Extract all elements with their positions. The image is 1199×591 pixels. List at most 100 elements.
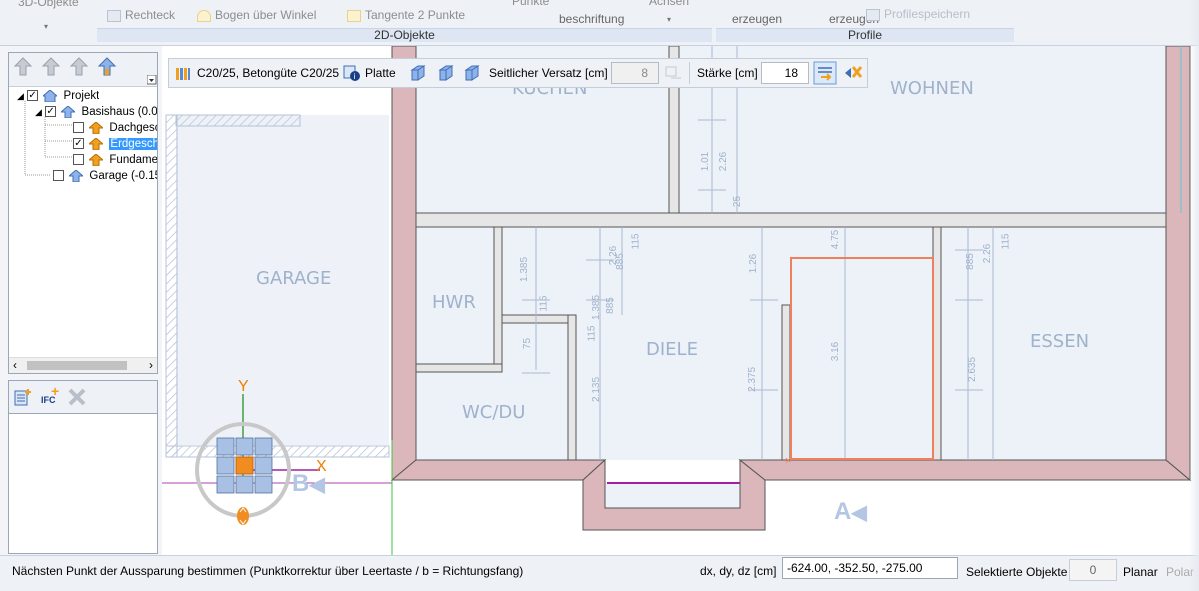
entrance-floor	[605, 482, 740, 508]
tree-label: Garage (-0.150	[89, 170, 157, 182]
house-up-icon	[89, 153, 104, 166]
tree-item-garage[interactable]: Garage (-0.150	[53, 168, 157, 184]
object-list[interactable]	[9, 413, 157, 553]
slab-middle-icon[interactable]	[437, 64, 455, 82]
checkbox-erdgeschoss[interactable]: ✓	[73, 138, 84, 150]
swap-direction-icon[interactable]	[813, 61, 837, 85]
plus-icon: +	[51, 383, 60, 399]
dim-label: 2.375	[747, 366, 759, 393]
achsen-button[interactable]: Achsen	[649, 0, 689, 8]
tangente-button[interactable]: Tangente 2 Punkte	[347, 9, 465, 22]
tree-label: Basishaus (0.0	[81, 106, 157, 118]
inner-wall-wc-side	[567, 314, 577, 461]
dim-label: 885	[964, 253, 976, 270]
tree-item-projekt[interactable]: ◢ ✓ Projekt	[17, 88, 99, 104]
3d-objekte-button[interactable]: 3D-Objekte	[18, 0, 79, 9]
move-up-alt-icon[interactable]	[69, 57, 89, 77]
dropdown-icon[interactable]	[147, 75, 157, 85]
offset-label: Seitlicher Versatz [cm]	[489, 66, 608, 80]
garage-wall-left	[165, 114, 178, 458]
tree-item-erdgeschoss[interactable]: ✓ Erdgescho	[73, 136, 157, 152]
mode-planar[interactable]: Planar	[1123, 565, 1158, 579]
context-toolbar: C20/25, Betongüte C20/25 i Platte Seitli…	[168, 58, 868, 88]
tree-horizontal-scrollbar[interactable]: ‹ ›	[9, 357, 157, 373]
dim-label: 1.385	[591, 294, 603, 321]
rectangle-icon	[107, 9, 121, 22]
ribbon-group-2d: Rechteck Bogen über Winkel Tangente 2 Pu…	[97, 0, 712, 44]
room-label-garage: GARAGE	[256, 268, 332, 289]
scroll-left-icon[interactable]: ‹	[13, 358, 17, 372]
outer-wall-right	[1165, 46, 1191, 482]
dim-label: 115	[538, 295, 550, 312]
move-all-icon[interactable]	[13, 57, 33, 77]
tree-item-fundament[interactable]: Fundamen	[73, 152, 157, 168]
material-icon	[176, 68, 190, 80]
delete-icon[interactable]	[67, 387, 87, 407]
tree-label: Dachgesc	[109, 122, 157, 134]
dim-label: 2.135	[591, 376, 603, 403]
add-list-icon[interactable]	[13, 387, 33, 407]
thickness-input[interactable]: 18	[761, 62, 809, 84]
add-ifc-button[interactable]: IFC +	[39, 383, 63, 407]
tree-item-dachgeschoss[interactable]: Dachgesc	[73, 120, 157, 136]
checkbox-projekt[interactable]: ✓	[27, 90, 39, 102]
chevron-down-icon: ▾	[667, 15, 672, 24]
house-icon	[43, 89, 58, 102]
ribbon-group-profile-label: Profile	[716, 28, 1014, 42]
dim-label: 75	[522, 337, 534, 350]
inner-wall-stub	[781, 304, 791, 461]
checkbox-fundament[interactable]	[73, 154, 84, 166]
checkbox-basishaus[interactable]: ✓	[45, 106, 57, 118]
dim-label: 1.385	[519, 256, 531, 283]
arc-icon	[197, 9, 211, 22]
project-tree-panel: ◢ ✓ Projekt ◢ ✓ Basishaus (0.0 Dachgesc …	[8, 52, 158, 374]
house-up-icon	[69, 169, 84, 182]
garage-wall-top	[175, 114, 301, 127]
info-icon[interactable]: i	[343, 64, 361, 82]
slab-top-icon[interactable]	[409, 64, 427, 82]
axis-x-label: X	[316, 458, 327, 475]
object-list-panel: IFC +	[8, 380, 158, 554]
house-up-icon	[89, 137, 104, 150]
expand-icon[interactable]: ◢	[17, 91, 24, 101]
ribbon-group-3d: 3D-Objekte ▾	[0, 0, 95, 44]
offset-toggle-icon[interactable]	[663, 64, 683, 82]
ribbon: 3D-Objekte ▾ Rechteck Bogen über Winkel …	[0, 0, 1199, 46]
material-label[interactable]: C20/25, Betongüte C20/25	[197, 66, 339, 80]
ribbon-group-profile: erzeugen erzeugen Profilespeichern Profi…	[716, 0, 1014, 44]
dim-label: 115	[1000, 233, 1012, 250]
rechteck-button[interactable]: Rechteck	[107, 9, 175, 22]
checkbox-dachgeschoss[interactable]	[73, 122, 84, 134]
checkbox-garage[interactable]	[53, 170, 64, 182]
tree-item-basishaus[interactable]: ◢ ✓ Basishaus (0.0	[35, 104, 157, 120]
ribbon-group-2d-label: 2D-Objekte	[97, 28, 712, 42]
bogen-button[interactable]: Bogen über Winkel	[197, 9, 316, 22]
drawing-canvas[interactable]: × KÜCHEN WOHNEN GARAGE HWR DIELE ESSEN W…	[162, 46, 1199, 555]
coord-input[interactable]: -624.00, -352.50, -275.00	[782, 557, 958, 579]
offset-input[interactable]: 8	[611, 62, 659, 84]
scroll-thumb[interactable]	[27, 361, 127, 370]
beschriftung-button[interactable]: beschriftung	[559, 13, 624, 26]
house-up-icon[interactable]	[97, 57, 117, 77]
scroll-right-icon[interactable]: ›	[149, 358, 153, 372]
erzeugen-button-1[interactable]: erzeugen	[732, 13, 782, 26]
mode-polar[interactable]: Polar	[1166, 565, 1194, 579]
punkte-button[interactable]: Punkte	[512, 0, 549, 8]
chevron-down-icon: ▾	[44, 22, 49, 31]
inner-wall-wc-top	[415, 363, 503, 373]
axis-y-label: Y	[238, 378, 249, 395]
expand-icon[interactable]: ◢	[35, 107, 42, 117]
inner-wall-hwr	[493, 226, 503, 371]
tree-toolbar	[9, 53, 157, 87]
dim-label: 25	[732, 195, 744, 208]
dim-label: 2.635	[967, 356, 979, 383]
profilespeichern-button[interactable]: Profilespeichern	[866, 8, 970, 21]
move-up-icon[interactable]	[41, 57, 61, 77]
status-message: Nächsten Punkt der Aussparung bestimmen …	[12, 564, 524, 578]
navigation-widget[interactable]	[190, 376, 330, 536]
close-icon[interactable]	[843, 63, 863, 83]
section-marker-a[interactable]: A◀	[834, 498, 867, 526]
section-arrow-icon: ◀	[851, 502, 867, 524]
tree-label: Fundamen	[109, 154, 157, 166]
slab-bottom-icon[interactable]	[463, 64, 481, 82]
